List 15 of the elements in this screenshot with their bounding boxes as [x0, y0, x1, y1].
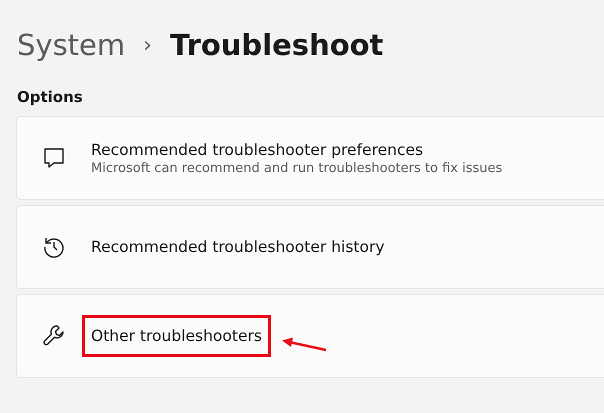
breadcrumb-separator: ›	[143, 32, 152, 58]
settings-card[interactable]: Recommended troubleshooter preferences Microsoft can recommend and run troubleshooters to fix issues	[16, 116, 604, 200]
settings-card[interactable]: Recommended troubleshooter history	[16, 205, 604, 289]
speech-bubble-icon	[43, 147, 65, 169]
section-title: Options	[17, 88, 84, 106]
history-icon	[42, 235, 66, 259]
card-title: Recommended troubleshooter preferences	[91, 140, 424, 158]
card-subtitle: Microsoft can recommend and run troubleshooters to fix issues	[91, 160, 502, 176]
wrench-icon	[42, 324, 66, 348]
highlighted-card-title: Other troubleshooters	[82, 315, 271, 357]
settings-card[interactable]: Other troubleshooters	[16, 294, 604, 378]
card-title: Recommended troubleshooter history	[91, 238, 385, 256]
annotation-arrow	[282, 338, 326, 352]
breadcrumb-parent[interactable]: System	[17, 28, 126, 62]
page-title: Troubleshoot	[170, 28, 384, 62]
